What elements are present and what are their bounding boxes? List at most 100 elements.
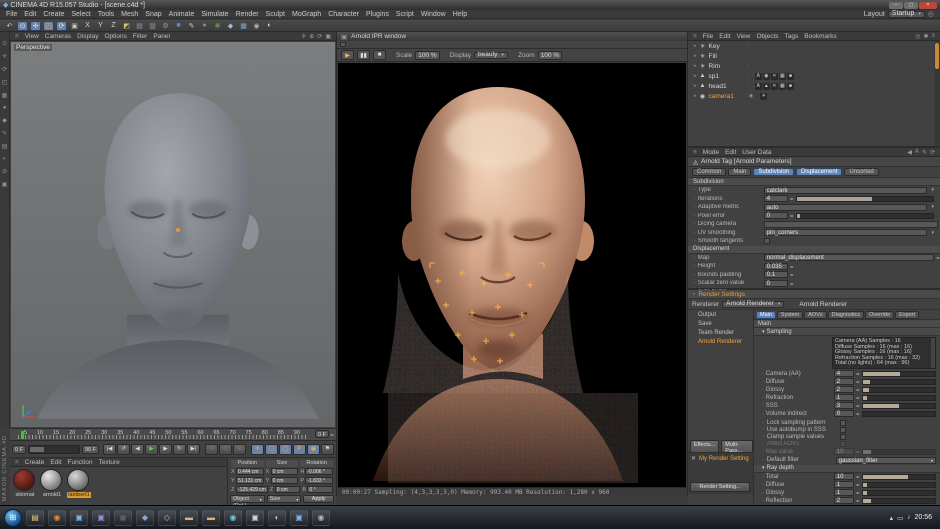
aftereffects-icon[interactable]: ◆ (136, 510, 154, 526)
scale-tool-icon[interactable]: ◰ (43, 21, 54, 31)
slider-track[interactable] (862, 379, 936, 385)
slider-track[interactable] (862, 387, 936, 393)
arnold-tab[interactable]: Main (756, 311, 776, 319)
Rim[interactable]: ▸ ☀ Rim ∶ (688, 61, 934, 71)
sphere-icon[interactable]: ● (3, 105, 7, 111)
object-manager-menu-item[interactable]: View (736, 33, 750, 40)
next-frame-button[interactable]: ▶ (159, 444, 172, 455)
workplane-icon[interactable]: ▣ (2, 181, 8, 188)
object-tag-icon[interactable]: ✕ (771, 73, 778, 80)
autokey-button[interactable]: ⊙ (219, 444, 232, 455)
attribute-corner-icon[interactable]: ✎ (922, 149, 927, 156)
ipr-zoom-field[interactable]: 100 % (538, 51, 562, 60)
spinner-arrows[interactable]: ◂▸ (790, 272, 794, 277)
panel-icon[interactable]: ≡ (15, 33, 19, 40)
slider-value[interactable]: 2 (834, 386, 854, 393)
parameter-value[interactable]: auto (764, 204, 928, 211)
coordinate-size-mode-dropdown[interactable]: Size▾ (267, 495, 302, 503)
light-object-icon[interactable]: ◐ (264, 21, 275, 31)
record-scale-toggle[interactable]: ▢ (265, 444, 278, 455)
object-manager-menu-item[interactable]: Tags (785, 33, 799, 40)
goto-start-button[interactable]: |◀ (103, 444, 116, 455)
attribute-menu-item[interactable]: Mode (703, 149, 719, 156)
material-menu-item[interactable]: Function (68, 459, 93, 466)
coordinate-object-mode-dropdown[interactable]: Object (Rel.)▾ (230, 495, 265, 503)
slider-value[interactable]: 0 (834, 410, 854, 417)
spinner-arrows[interactable]: ◂▸ (790, 213, 794, 218)
rotation-field[interactable]: -0.006 ° (305, 468, 333, 475)
camera1[interactable]: ▸ ◉ camera1 ∶◉ ☀ (688, 91, 934, 101)
premiere-icon[interactable]: ◇ (158, 510, 176, 526)
start-button[interactable]: ⊞ (4, 509, 22, 527)
render-setting-button[interactable]: Render Setting... (690, 482, 750, 492)
y-axis-lock-icon[interactable]: Y (95, 21, 106, 31)
skinmat[interactable]: skinmat (13, 469, 37, 498)
play-backwards-button[interactable]: ↺ (117, 444, 130, 455)
size-field[interactable]: 0 cm (271, 477, 299, 484)
edge-mode-icon[interactable]: ✎ (2, 130, 7, 137)
slider-value[interactable]: 2 (834, 497, 854, 504)
dropdown-arrow-icon[interactable]: ▾ (931, 230, 934, 236)
material-menu-item[interactable]: Edit (50, 459, 61, 466)
object-tag-icon[interactable]: A (755, 73, 762, 80)
minimize-button[interactable]: — (889, 2, 903, 9)
viewport-move-icon[interactable]: ✛ (301, 33, 306, 40)
object-tags[interactable]: A▲✕▦■ (755, 83, 794, 90)
last-tool-icon[interactable]: ▣ (69, 21, 80, 31)
dropdown-arrow-icon[interactable]: ▾ (931, 204, 934, 210)
checkbox[interactable] (840, 427, 846, 433)
ipr-stop-button[interactable]: ■ (373, 50, 386, 60)
record-point-level-toggle[interactable]: ▦ (307, 444, 320, 455)
spinner-arrows[interactable]: ◂▸ (856, 371, 860, 376)
close-icon[interactable]: ✕ (691, 455, 696, 462)
rotate-tool-icon[interactable]: ⟳ (56, 21, 67, 31)
visibility-dots[interactable]: ∶◉ (747, 93, 755, 99)
object-tag-icon[interactable]: ■ (787, 83, 794, 90)
tray-icon[interactable]: ▭ (897, 514, 903, 522)
menu-item[interactable]: MoGraph (292, 11, 321, 18)
ray-depth-section-bar[interactable]: ▾Ray depth (754, 465, 940, 473)
menu-item[interactable]: File (6, 11, 17, 18)
object-tag-icon[interactable]: ■ (787, 73, 794, 80)
grid-icon[interactable]: ▦ (2, 92, 8, 99)
arnold-tab[interactable]: Diagnostics (828, 311, 864, 319)
checkbox[interactable] (840, 441, 846, 447)
layout-dropdown[interactable]: Startup▾ (888, 11, 925, 18)
parameter-slider[interactable] (796, 196, 934, 202)
keyframe-selection-button[interactable]: ⊗ (233, 444, 246, 455)
slider-track[interactable] (862, 395, 936, 401)
visibility-dots[interactable]: ∶ (747, 63, 749, 69)
skype-icon[interactable]: ◉ (224, 510, 242, 526)
spinner-arrows[interactable]: ◂▸ (790, 281, 794, 286)
position-field[interactable]: 51.131 cm (236, 477, 264, 484)
size-field[interactable]: 0 cm (275, 486, 301, 493)
photoshop-icon[interactable]: ▣ (92, 510, 110, 526)
media-player-icon[interactable]: ◉ (48, 510, 66, 526)
checkbox[interactable] (840, 420, 846, 426)
attribute-menu-item[interactable]: User Data (742, 149, 771, 156)
object-name[interactable]: head1 (709, 83, 739, 90)
my-render-setting-item[interactable]: ✕ My Render Setting (688, 453, 753, 464)
move-icon[interactable]: ✛ (2, 53, 7, 60)
viewport-menu-item[interactable]: View (25, 33, 39, 40)
parameter-value[interactable]: 0.1 (764, 271, 788, 278)
render-settings-header[interactable]: ◦Render Settings (688, 290, 940, 299)
record-position-toggle[interactable]: ✛ (251, 444, 264, 455)
object-name[interactable]: Rim (709, 63, 739, 70)
apply-button[interactable]: Apply (303, 495, 334, 503)
material-menu-item[interactable]: Create (25, 459, 45, 466)
slider-track[interactable] (862, 371, 936, 377)
timeline-range-slider[interactable] (28, 445, 80, 454)
slider-value[interactable]: 1 (834, 489, 854, 496)
viewport-rotate-icon[interactable]: ⟳ (317, 33, 322, 40)
move-tool-icon[interactable]: ✛ (30, 21, 41, 31)
slider-value[interactable]: 1 (834, 481, 854, 488)
live-selection-icon[interactable]: ⊙ (17, 21, 28, 31)
Key[interactable]: ▸ ☀ Key ∶ (688, 41, 934, 51)
slider-value[interactable]: 3 (834, 402, 854, 409)
slider-track[interactable] (862, 403, 936, 409)
viewport-maximize-icon[interactable]: ▣ (325, 33, 331, 40)
instance-icon[interactable]: ◆ (225, 21, 236, 31)
attribute-corner-icon[interactable]: ⟳ (930, 149, 935, 156)
attribute-tab[interactable]: Main (728, 168, 751, 176)
